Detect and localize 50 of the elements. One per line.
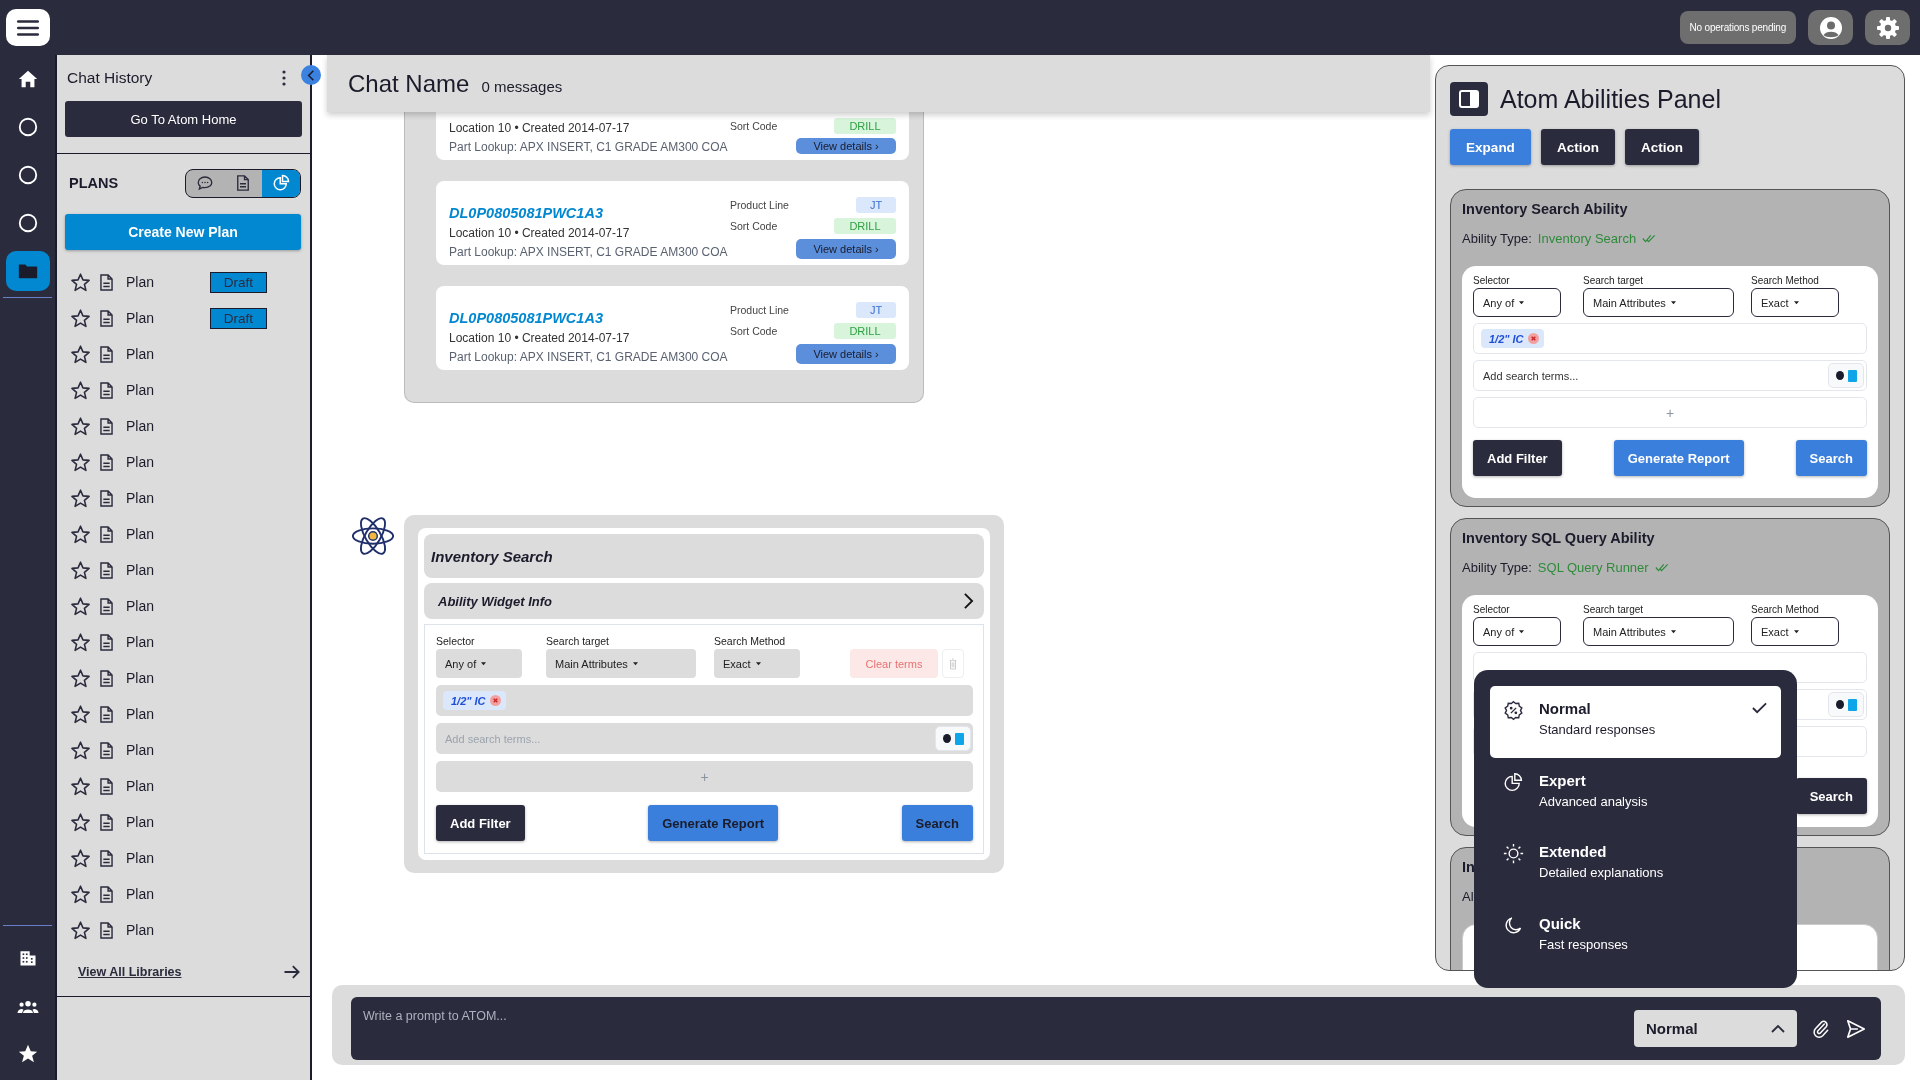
ability-type-label: Ability Type: [1462, 560, 1532, 575]
ability-type-label: Ability Type: [1462, 231, 1532, 246]
ability-title: Inventory SQL Query Ability [1462, 530, 1655, 546]
field-label: Search target [1583, 275, 1645, 286]
sidebar-title: Chat History [67, 69, 153, 87]
part-lookup-text: Part Lookup: APX INSERT, C1 GRADE AM300 COA [449, 245, 728, 259]
field-label: Search Method [1751, 275, 1820, 286]
panel-title: Atom Abilities Panel [1500, 84, 1721, 114]
field-label: Sort Code [730, 219, 778, 232]
field-label: Product Line [730, 303, 789, 316]
sort-code-badge: DRILL [834, 217, 896, 234]
location-text: Location 10 • Created 2014-07-17 [449, 331, 631, 345]
status-badge: Draft [210, 271, 267, 293]
status-badge: Draft [210, 307, 267, 329]
product-line-badge: JT [856, 196, 896, 213]
field-label: Sort Code [730, 324, 778, 337]
ability-type: SQL Query Runner [1537, 560, 1649, 575]
option-title: Expert [1539, 771, 1587, 789]
field-label: Search Method [714, 635, 787, 647]
status-pill: No operations pending [1679, 11, 1796, 44]
field-label: Search Method [1751, 604, 1820, 615]
field-label: Selector [1473, 604, 1511, 615]
field-label: Selector [436, 635, 476, 647]
chat-title: Chat Name [348, 69, 470, 98]
option-title: Extended [1539, 843, 1608, 860]
option-title: Quick [1539, 914, 1582, 932]
section-heading: PLANS [69, 175, 119, 191]
field-label: Search target [546, 635, 611, 647]
product-line-badge: JT [856, 301, 896, 318]
option-description: Standard responses [1539, 722, 1657, 737]
location-text: Location 10 • Created 2014-07-17 [449, 121, 631, 135]
sort-code-badge: DRILL [834, 118, 896, 134]
field-label: Selector [1473, 275, 1511, 286]
field-label: Sort Code [730, 120, 778, 132]
option-title: Normal [1539, 700, 1592, 717]
part-lookup-text: Part Lookup: APX INSERT, C1 GRADE AM300 COA [449, 350, 728, 364]
location-text: Location 10 • Created 2014-07-17 [449, 226, 631, 240]
message-count: 0 messages [481, 78, 563, 95]
field-label: Search target [1583, 604, 1645, 615]
ability-type-label: Al [1462, 889, 1474, 904]
option-description: Detailed explanations [1539, 865, 1665, 880]
sort-code-badge: DRILL [834, 322, 896, 339]
ability-type: Inventory Search [1537, 231, 1637, 246]
part-lookup-text: Part Lookup: APX INSERT, C1 GRADE AM300 COA [449, 140, 728, 154]
widget-title: Inventory Search [424, 534, 984, 578]
ability-title: In [1462, 859, 1475, 875]
option-description: Fast responses [1539, 936, 1629, 952]
option-description: Advanced analysis [1539, 793, 1649, 809]
field-label: Product Line [730, 198, 789, 211]
ability-title: Inventory Search Ability [1462, 201, 1628, 217]
